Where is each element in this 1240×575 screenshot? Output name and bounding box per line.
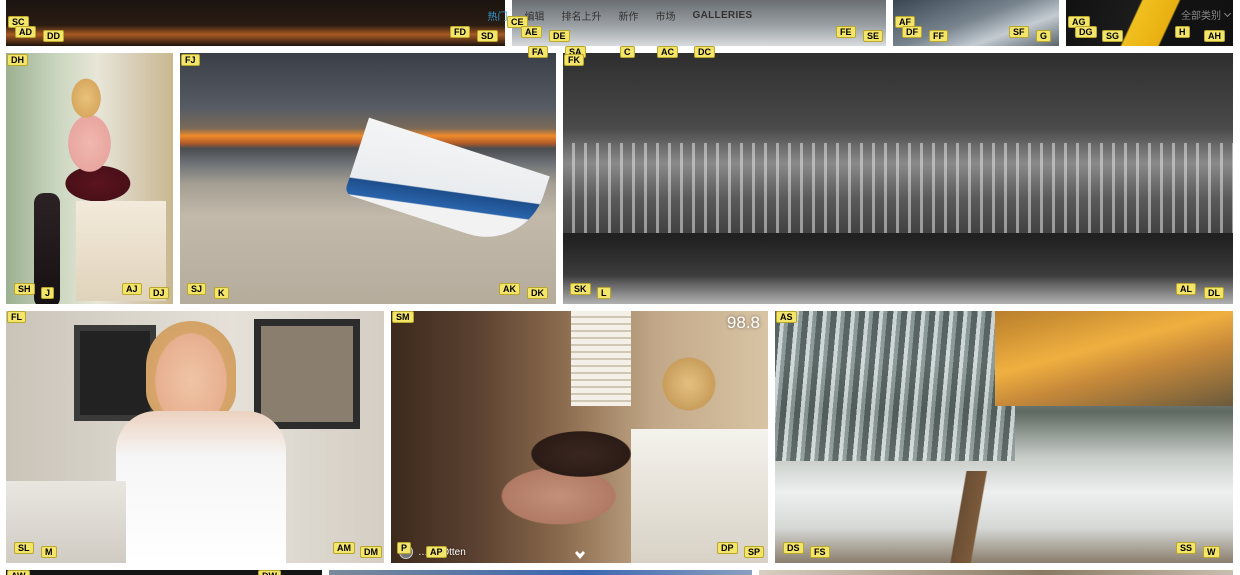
link-hint-dj: DJ [149, 287, 169, 299]
photo-tile-cactus-bw[interactable] [563, 53, 1233, 304]
photo-tile-model-window[interactable] [6, 53, 173, 304]
link-hint-sf: SF [1009, 26, 1029, 38]
photo-image [329, 570, 752, 575]
link-hint-fs: FS [810, 546, 830, 558]
category-tabs: 热门 编辑 排名上升 新作 市场 GALLERIES [0, 0, 1240, 30]
photo-detail [775, 311, 1015, 461]
link-hint-dw: DW [258, 570, 281, 575]
photo-tile-frozen-waterfall[interactable] [775, 311, 1233, 563]
link-hint-dg: DG [1075, 26, 1097, 38]
link-hint-sl: SL [14, 542, 34, 554]
link-hint-h: H [1175, 26, 1190, 38]
photo-detail [571, 311, 631, 406]
link-hint-ae: AE [521, 26, 542, 38]
link-hint-aw: AW [7, 570, 30, 575]
link-hint-sm: SM [392, 311, 414, 323]
chevron-down-icon [1223, 9, 1232, 17]
link-hint-dk: DK [527, 287, 548, 299]
link-hint-sj: SJ [187, 283, 207, 295]
link-hint-c: C [620, 46, 635, 58]
link-hint-se: SE [863, 30, 884, 42]
photo-detail [74, 325, 156, 421]
link-hint-al: AL [1176, 283, 1196, 295]
tab-galleries[interactable]: GALLERIES [693, 10, 753, 21]
link-hint-dm: DM [360, 546, 382, 558]
link-hint-ad: AD [15, 26, 36, 38]
link-hint-ac: AC [657, 46, 678, 58]
link-hint-dh: DH [7, 54, 28, 66]
link-hint-fd: FD [450, 26, 470, 38]
tab-market[interactable]: 市场 [656, 8, 676, 23]
link-hint-sg: SG [1102, 30, 1124, 42]
link-hint-de: DE [549, 30, 570, 42]
link-hint-ff: FF [929, 30, 948, 42]
link-hint-fj: FJ [181, 54, 200, 66]
tab-editors[interactable]: 编辑 [525, 8, 545, 23]
top-navigation-bar: 热门 编辑 排名上升 新作 市场 GALLERIES 全部类别 [0, 0, 1240, 30]
photo-detail [661, 351, 717, 417]
link-hint-fk: FK [564, 54, 584, 66]
link-hint-aj: AJ [122, 283, 142, 295]
photo-detail [146, 321, 236, 421]
link-hint-sh: SH [14, 283, 35, 295]
photo-detail [116, 411, 286, 563]
link-hint-fe: FE [836, 26, 856, 38]
link-hint-ap: AP [426, 546, 447, 558]
link-hint-sp: SP [744, 546, 765, 558]
photo-detail [491, 406, 641, 526]
photo-feed-page: 热门 编辑 排名上升 新作 市场 GALLERIES 全部类别 98.8 Ott… [0, 0, 1240, 575]
photo-detail [995, 311, 1233, 406]
photo-detail [563, 233, 1233, 304]
link-hint-dc: DC [694, 46, 715, 58]
category-filter-label: 全部类别 [1181, 11, 1221, 22]
photo-detail [925, 471, 1045, 563]
link-hint-dd: DD [43, 30, 64, 42]
tab-popular[interactable]: 热门 [488, 8, 508, 23]
link-hint-w: W [1203, 546, 1220, 558]
photo-tile-r3-3[interactable] [759, 570, 1233, 575]
photo-score: 98.8 [726, 313, 760, 332]
photo-detail [631, 429, 768, 563]
link-hint-ah: AH [1204, 30, 1225, 42]
link-hint-g: G [1036, 30, 1052, 42]
link-hint-ak: AK [499, 283, 520, 295]
link-hint-fa: FA [528, 46, 548, 58]
link-hint-j: J [41, 287, 55, 299]
photo-tile-boat-beach[interactable] [180, 53, 556, 304]
photo-detail [563, 143, 1233, 233]
tab-fresh[interactable]: 新作 [619, 8, 639, 23]
tab-upcoming[interactable]: 排名上升 [562, 8, 602, 23]
photo-tile-dancer-table[interactable]: 98.8 …ny Otten [391, 311, 768, 563]
link-hint-p: P [397, 542, 412, 554]
photo-detail [76, 201, 166, 301]
heart-icon[interactable] [574, 551, 585, 559]
link-hint-sk: SK [570, 283, 591, 295]
link-hint-ss: SS [1176, 542, 1197, 554]
photo-detail [254, 319, 360, 429]
link-hint-am: AM [333, 542, 355, 554]
link-hint-fl: FL [7, 311, 26, 323]
link-hint-m: M [41, 546, 57, 558]
link-hint-sd: SD [477, 30, 498, 42]
link-hint-dl: DL [1204, 287, 1224, 299]
link-hint-df: DF [902, 26, 922, 38]
photo-image [759, 570, 1233, 575]
link-hint-ds: DS [783, 542, 804, 554]
photo-tile-portrait-white[interactable] [6, 311, 384, 563]
link-hint-k: K [214, 287, 229, 299]
category-filter-dropdown[interactable]: 全部类别 [1181, 7, 1232, 22]
link-hint-as: AS [776, 311, 797, 323]
photo-tile-r3-2[interactable] [329, 570, 752, 575]
link-hint-dp: DP [717, 542, 738, 554]
link-hint-l: L [597, 287, 611, 299]
